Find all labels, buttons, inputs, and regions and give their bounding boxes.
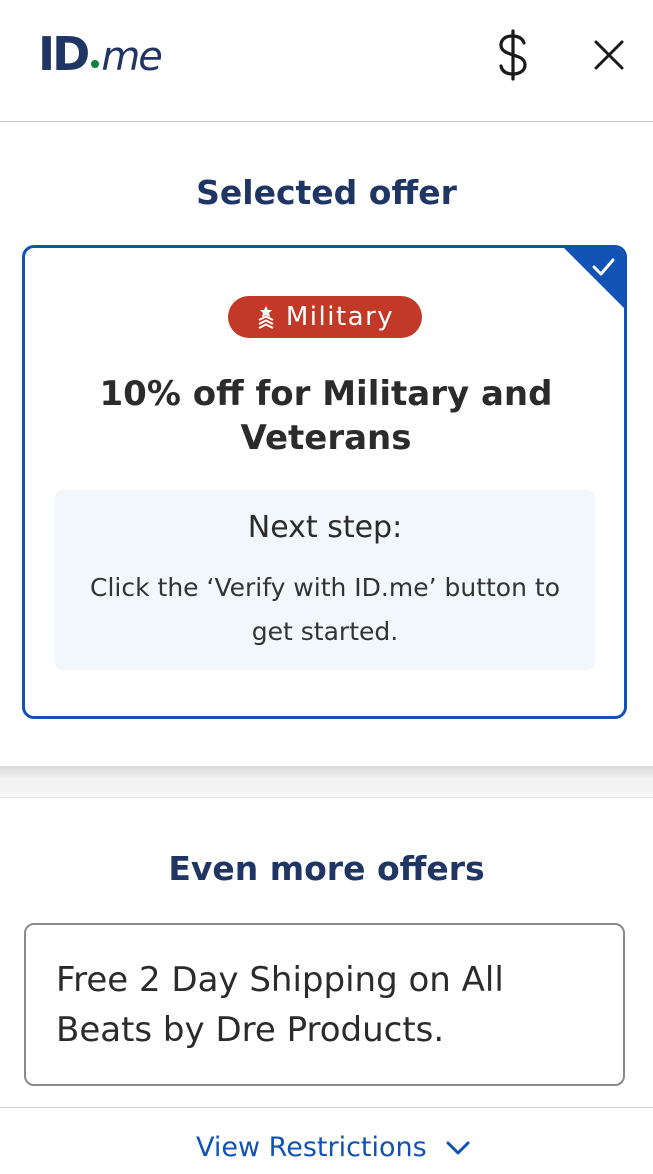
chevron-down-icon bbox=[446, 1141, 470, 1155]
next-step-heading: Next step: bbox=[247, 510, 403, 545]
logo-id-text: ID bbox=[38, 27, 90, 81]
idme-logo: ID me bbox=[38, 27, 163, 81]
offer-page: ID me Selected offer Military 10% off fo… bbox=[0, 0, 653, 1174]
military-badge-label: Military bbox=[285, 302, 395, 332]
view-restrictions-button[interactable]: View Restrictions bbox=[196, 1128, 486, 1168]
more-offer-text: Free 2 Day Shipping on All Beats by Dre … bbox=[56, 960, 504, 1050]
close-icon bbox=[594, 40, 624, 70]
next-step-box: Next step: Click the ‘Verify with ID.me’… bbox=[55, 490, 595, 670]
logo-me-text: me bbox=[101, 34, 163, 80]
logo-dot bbox=[91, 60, 100, 68]
dollar-icon bbox=[499, 29, 527, 81]
military-chevron-icon bbox=[258, 306, 274, 329]
dollar-button[interactable] bbox=[490, 26, 536, 84]
section-divider bbox=[0, 766, 653, 798]
more-offers-heading: Even more offers bbox=[168, 849, 485, 888]
header: ID me bbox=[0, 0, 653, 122]
selected-offer-heading: Selected offer bbox=[196, 173, 457, 212]
military-badge: Military bbox=[228, 296, 422, 338]
footer: View Restrictions bbox=[0, 1107, 653, 1174]
selected-check-icon bbox=[564, 248, 624, 308]
close-button[interactable] bbox=[584, 30, 634, 80]
view-restrictions-label: View Restrictions bbox=[196, 1132, 427, 1163]
more-offer-card[interactable]: Free 2 Day Shipping on All Beats by Dre … bbox=[24, 923, 625, 1086]
next-step-text: Click the ‘Verify with ID.me’ button to … bbox=[90, 573, 560, 646]
selected-offer-card[interactable]: Military 10% off for Military and Vetera… bbox=[22, 245, 627, 719]
offer-title: 10% off for Military and Veterans bbox=[99, 374, 553, 458]
